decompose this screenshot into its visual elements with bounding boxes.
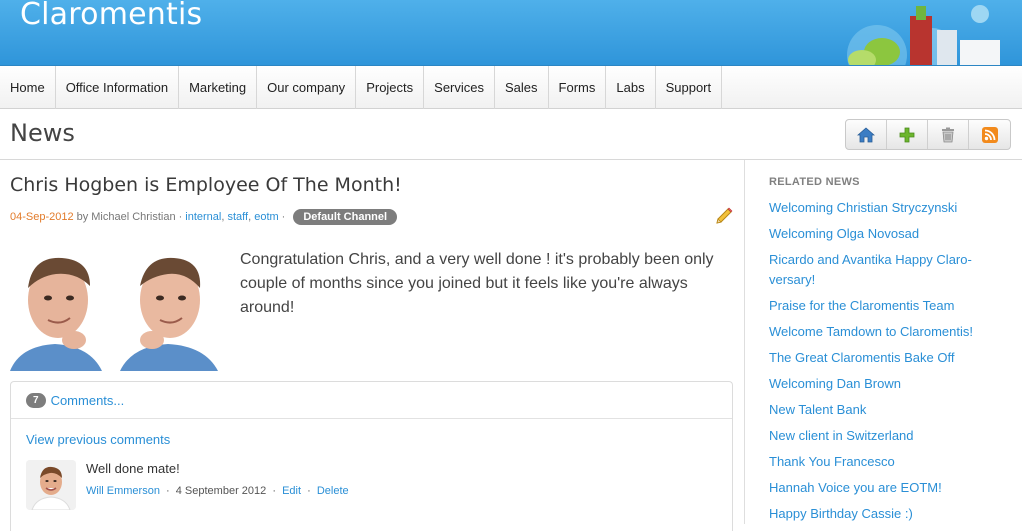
page-title: News bbox=[10, 119, 75, 147]
article-area: Chris Hogben is Employee Of The Month! 0… bbox=[0, 160, 744, 531]
related-news-item[interactable]: Welcoming Dan Brown bbox=[769, 374, 989, 394]
nav-item-support[interactable]: Support bbox=[656, 66, 723, 109]
channel-badge[interactable]: Default Channel bbox=[293, 209, 398, 225]
nav-item-marketing[interactable]: Marketing bbox=[179, 66, 258, 109]
related-news-list: Welcoming Christian Stryczynski Welcomin… bbox=[769, 198, 989, 524]
article-by: by bbox=[76, 211, 89, 223]
comments-header: 7 Comments... bbox=[11, 382, 732, 419]
article-body: Congratulation Chris, and a very well do… bbox=[240, 251, 714, 316]
comment-edit-link[interactable]: Edit bbox=[282, 485, 301, 497]
related-news-item[interactable]: The Great Claromentis Bake Off bbox=[769, 348, 989, 368]
employee-photo-image bbox=[10, 250, 230, 371]
home-icon bbox=[857, 126, 875, 142]
tag-internal[interactable]: internal bbox=[185, 211, 221, 223]
commenter-avatar-image bbox=[26, 460, 76, 510]
comment-meta: Will Emmerson · 4 September 2012 · Edit … bbox=[86, 485, 349, 497]
comment-date: 4 September 2012 bbox=[175, 485, 267, 497]
header-illustration bbox=[847, 5, 1000, 65]
trash-icon bbox=[942, 127, 954, 142]
related-news-heading: RELATED NEWS bbox=[769, 176, 860, 188]
add-icon bbox=[899, 127, 915, 142]
nav-item-sales[interactable]: Sales bbox=[495, 66, 549, 109]
related-news-item[interactable]: Hannah Voice you are EOTM! bbox=[769, 478, 989, 498]
nav-item-forms[interactable]: Forms bbox=[549, 66, 607, 109]
related-news-item[interactable]: Happy Birthday Cassie :) bbox=[769, 504, 989, 524]
related-news-item[interactable]: Praise for the Claromentis Team bbox=[769, 296, 989, 316]
main-nav: Home Office Information Marketing Our co… bbox=[0, 66, 1022, 109]
rss-button[interactable] bbox=[969, 120, 1010, 149]
avatar[interactable] bbox=[26, 460, 76, 510]
nav-item-labs[interactable]: Labs bbox=[606, 66, 656, 109]
tag-eotm[interactable]: eotm bbox=[254, 211, 278, 223]
article-title[interactable]: Chris Hogben is Employee Of The Month! bbox=[10, 174, 402, 196]
article-author: Michael Christian bbox=[91, 211, 176, 223]
related-news-item[interactable]: Welcoming Olga Novosad bbox=[769, 224, 989, 244]
comments-panel: 7 Comments... View previous comments Wel… bbox=[10, 381, 733, 531]
nav-item-office-information[interactable]: Office Information bbox=[56, 66, 180, 109]
comment-text: Well done mate! bbox=[86, 461, 180, 476]
article-meta: 04-Sep-2012 by Michael Christian · inter… bbox=[10, 209, 398, 225]
nav-item-projects[interactable]: Projects bbox=[356, 66, 425, 109]
pencil-icon[interactable] bbox=[714, 206, 734, 226]
related-news-item[interactable]: Ricardo and Avantika Happy Claro-versary… bbox=[769, 250, 989, 290]
meta-separator: · bbox=[272, 485, 276, 497]
view-previous-comments-link[interactable]: View previous comments bbox=[26, 432, 170, 447]
related-news-item[interactable]: New client in Switzerland bbox=[769, 426, 989, 446]
article-photo bbox=[10, 250, 230, 371]
comment-body: Well done mate! Will Emmerson · 4 Septem… bbox=[86, 460, 349, 510]
nav-item-services[interactable]: Services bbox=[424, 66, 496, 109]
meta-separator: · bbox=[178, 211, 183, 223]
meta-separator: · bbox=[307, 485, 311, 497]
article-date: 04-Sep-2012 bbox=[10, 211, 74, 223]
brand-logo[interactable]: Claromentis bbox=[20, 0, 202, 32]
related-news-sidebar: RELATED NEWS Welcoming Christian Stryczy… bbox=[744, 160, 1022, 524]
nav-item-home[interactable]: Home bbox=[0, 66, 56, 109]
related-news-item[interactable]: Welcome Tamdown to Claromentis! bbox=[769, 322, 989, 342]
tag-staff[interactable]: staff bbox=[227, 211, 248, 223]
delete-button[interactable] bbox=[928, 120, 969, 149]
meta-separator: · bbox=[281, 211, 286, 223]
comment-author-link[interactable]: Will Emmerson bbox=[86, 485, 160, 497]
related-news-item[interactable]: Welcoming Christian Stryczynski bbox=[769, 198, 989, 218]
comments-link[interactable]: Comments... bbox=[51, 393, 125, 408]
related-news-item[interactable]: Thank You Francesco bbox=[769, 452, 989, 472]
comment-count-badge: 7 bbox=[26, 392, 46, 408]
header-banner: Claromentis bbox=[0, 0, 1022, 66]
comment-item: Well done mate! Will Emmerson · 4 Septem… bbox=[26, 460, 349, 510]
home-button[interactable] bbox=[846, 120, 887, 149]
news-toolbar bbox=[845, 119, 1011, 150]
rss-icon bbox=[981, 126, 998, 143]
related-news-item[interactable]: New Talent Bank bbox=[769, 400, 989, 420]
title-bar: News bbox=[0, 109, 1022, 160]
meta-separator: · bbox=[166, 485, 170, 497]
nav-item-our-company[interactable]: Our company bbox=[257, 66, 357, 109]
add-button[interactable] bbox=[887, 120, 928, 149]
comment-delete-link[interactable]: Delete bbox=[317, 485, 349, 497]
